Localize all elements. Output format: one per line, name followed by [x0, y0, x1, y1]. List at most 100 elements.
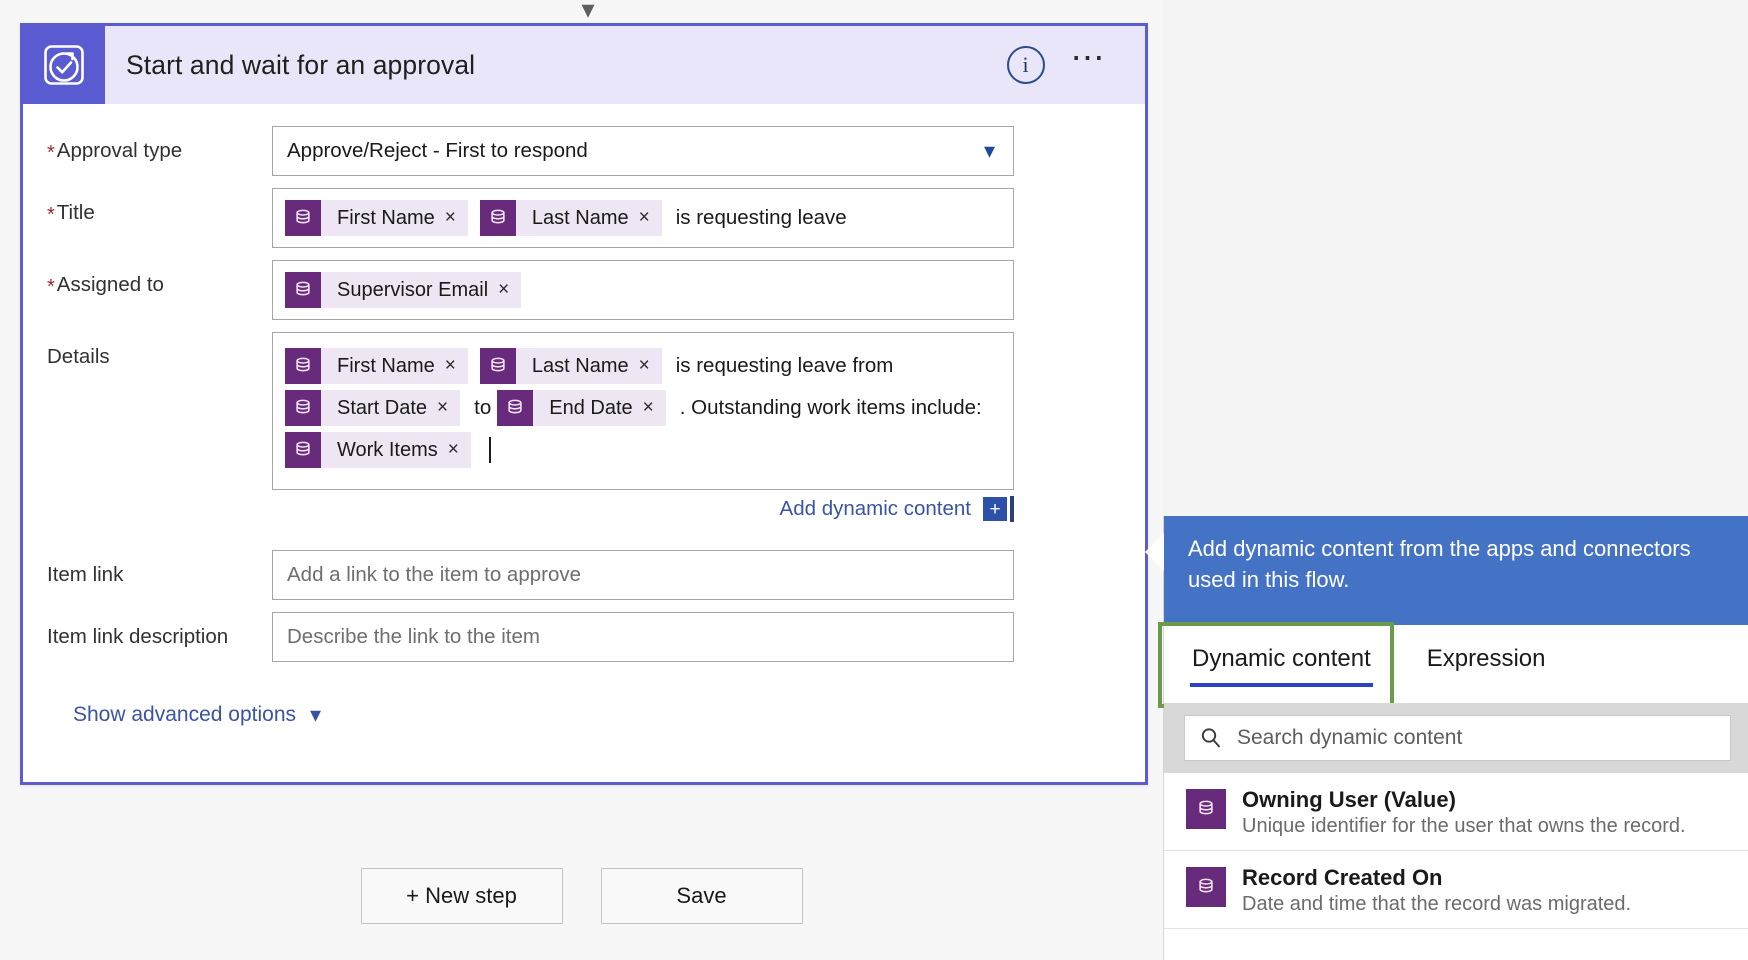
database-token-icon — [480, 348, 516, 384]
dynamic-content-token[interactable]: End Date× — [497, 390, 666, 426]
field-item-link-description: Item link description Describe the link … — [47, 612, 1117, 662]
required-indicator: * — [47, 204, 55, 226]
dynamic-content-token[interactable]: Last Name× — [480, 200, 662, 236]
approval-type-dropdown[interactable]: Approve/Reject - First to respond ▾ — [272, 126, 1014, 176]
label-details: Details — [47, 332, 272, 370]
token-label: First Name — [321, 355, 443, 378]
dynamic-content-item-description: Unique identifier for the user that owns… — [1242, 815, 1686, 838]
database-token-icon — [1186, 789, 1226, 829]
action-card-header: Start and wait for an approval i ⋯ — [23, 26, 1145, 104]
field-item-link: Item link Add a link to the item to appr… — [47, 550, 1117, 600]
dynamic-content-search-area: Search dynamic content — [1164, 703, 1748, 773]
label-assigned-to: *Assigned to — [47, 260, 272, 298]
item-link-description-input[interactable]: Describe the link to the item — [272, 612, 1014, 662]
token-box-static-text: is requesting leave from — [676, 354, 894, 378]
token-remove-icon[interactable]: × — [443, 355, 468, 377]
show-advanced-options-toggle[interactable]: Show advanced options ▾ — [47, 674, 1117, 728]
field-details: Details First Name×Last Name×is requesti… — [47, 332, 1117, 538]
tab-expression-label: Expression — [1427, 645, 1546, 672]
add-dynamic-content-link[interactable]: Add dynamic content — [780, 497, 971, 521]
approval-type-value: Approve/Reject - First to respond — [287, 139, 588, 163]
dynamic-content-item-title: Owning User (Value) — [1242, 787, 1686, 813]
label-title: *Title — [47, 188, 272, 226]
dynamic-content-flyout: Add dynamic content from the apps and co… — [1163, 516, 1748, 960]
token-label: Last Name — [516, 207, 637, 230]
database-token-icon — [285, 200, 321, 236]
label-item-link: Item link — [47, 550, 272, 588]
field-approval-type: *Approval type Approve/Reject - First to… — [47, 126, 1117, 176]
callout-text: Add dynamic content from the apps and co… — [1188, 536, 1691, 592]
token-box-static-text: to — [474, 396, 491, 420]
required-indicator: * — [47, 276, 55, 298]
search-placeholder: Search dynamic content — [1237, 726, 1462, 750]
database-token-icon — [285, 348, 321, 384]
token-label: First Name — [321, 207, 443, 230]
dynamic-content-list[interactable]: Owning User (Value)Unique identifier for… — [1164, 773, 1748, 960]
tab-expression[interactable]: Expression — [1399, 625, 1574, 703]
database-token-icon — [497, 390, 533, 426]
details-input[interactable]: First Name×Last Name×is requesting leave… — [272, 332, 1014, 490]
database-token-icon — [285, 390, 321, 426]
callout-arrow-icon — [1145, 533, 1164, 571]
token-remove-icon[interactable]: × — [446, 439, 471, 461]
token-remove-icon[interactable]: × — [435, 397, 460, 419]
more-ellipsis-icon[interactable]: ⋯ — [1071, 52, 1110, 78]
token-label: Start Date — [321, 397, 435, 420]
tab-dynamic-content-label: Dynamic content — [1192, 645, 1371, 672]
dynamic-content-token[interactable]: First Name× — [285, 348, 468, 384]
approval-icon — [23, 26, 105, 104]
token-remove-icon[interactable]: × — [443, 207, 468, 229]
flow-bottom-actions: + New step Save — [0, 868, 1163, 924]
database-token-icon — [480, 200, 516, 236]
token-remove-icon[interactable]: × — [496, 279, 521, 301]
dynamic-content-token[interactable]: Start Date× — [285, 390, 460, 426]
new-step-button[interactable]: + New step — [361, 868, 563, 924]
dynamic-content-token[interactable]: Work Items× — [285, 432, 471, 468]
dynamic-content-callout: Add dynamic content from the apps and co… — [1164, 516, 1748, 625]
dynamic-content-token[interactable]: Last Name× — [480, 348, 662, 384]
dynamic-content-item-title: Record Created On — [1242, 865, 1631, 891]
database-token-icon — [285, 432, 321, 468]
dynamic-content-list-item[interactable]: Owning User (Value)Unique identifier for… — [1164, 773, 1748, 851]
field-title: *Title First Name×Last Name×is requestin… — [47, 188, 1117, 248]
token-label: Supervisor Email — [321, 279, 496, 302]
flow-designer-screen: . . . . . ▾ Start and wait for an approv… — [0, 0, 1748, 960]
action-card-body: *Approval type Approve/Reject - First to… — [23, 104, 1145, 728]
token-remove-icon[interactable]: × — [637, 355, 662, 377]
token-box-static-text: . Outstanding work items include: — [680, 396, 982, 420]
token-label: Work Items — [321, 439, 446, 462]
label-item-link-description: Item link description — [47, 612, 272, 650]
tab-dynamic-content[interactable]: Dynamic content — [1164, 625, 1399, 703]
info-icon[interactable]: i — [1007, 46, 1045, 84]
token-box-static-text: is requesting leave — [676, 206, 847, 230]
add-dynamic-content-plus-button[interactable]: + — [983, 497, 1007, 521]
dynamic-content-token[interactable]: First Name× — [285, 200, 468, 236]
assigned-to-input[interactable]: Supervisor Email× — [272, 260, 1014, 320]
save-button[interactable]: Save — [601, 868, 803, 924]
dynamic-content-token[interactable]: Supervisor Email× — [285, 272, 521, 308]
item-link-input[interactable]: Add a link to the item to approve — [272, 550, 1014, 600]
chevron-down-icon: ▾ — [984, 140, 995, 162]
add-dynamic-content-row: Add dynamic content + — [272, 496, 1014, 522]
label-approval-type: *Approval type — [47, 126, 272, 164]
show-advanced-options-label: Show advanced options — [73, 703, 296, 727]
field-assigned-to: *Assigned to Supervisor Email× — [47, 260, 1117, 320]
text-cursor — [489, 437, 491, 463]
title-input[interactable]: First Name×Last Name×is requesting leave — [272, 188, 1014, 248]
dynamic-content-list-item[interactable]: Record Created OnDate and time that the … — [1164, 851, 1748, 929]
text-caret — [1010, 496, 1014, 522]
database-token-icon — [285, 272, 321, 308]
flow-connector-chevron-icon: ▾ — [570, 0, 606, 22]
search-dynamic-content-input[interactable]: Search dynamic content — [1184, 715, 1731, 761]
approval-action-card: Start and wait for an approval i ⋯ *Appr… — [20, 23, 1148, 785]
token-remove-icon[interactable]: × — [641, 397, 666, 419]
search-icon — [1199, 726, 1223, 750]
required-indicator: * — [47, 142, 55, 164]
flyout-tabs: Dynamic content Expression — [1164, 625, 1748, 703]
action-title: Start and wait for an approval — [105, 50, 1007, 81]
chevron-down-icon: ▾ — [310, 702, 321, 728]
token-remove-icon[interactable]: × — [637, 207, 662, 229]
action-header-buttons: i ⋯ — [1007, 46, 1146, 84]
token-label: Last Name — [516, 355, 637, 378]
dynamic-content-item-description: Date and time that the record was migrat… — [1242, 893, 1631, 916]
